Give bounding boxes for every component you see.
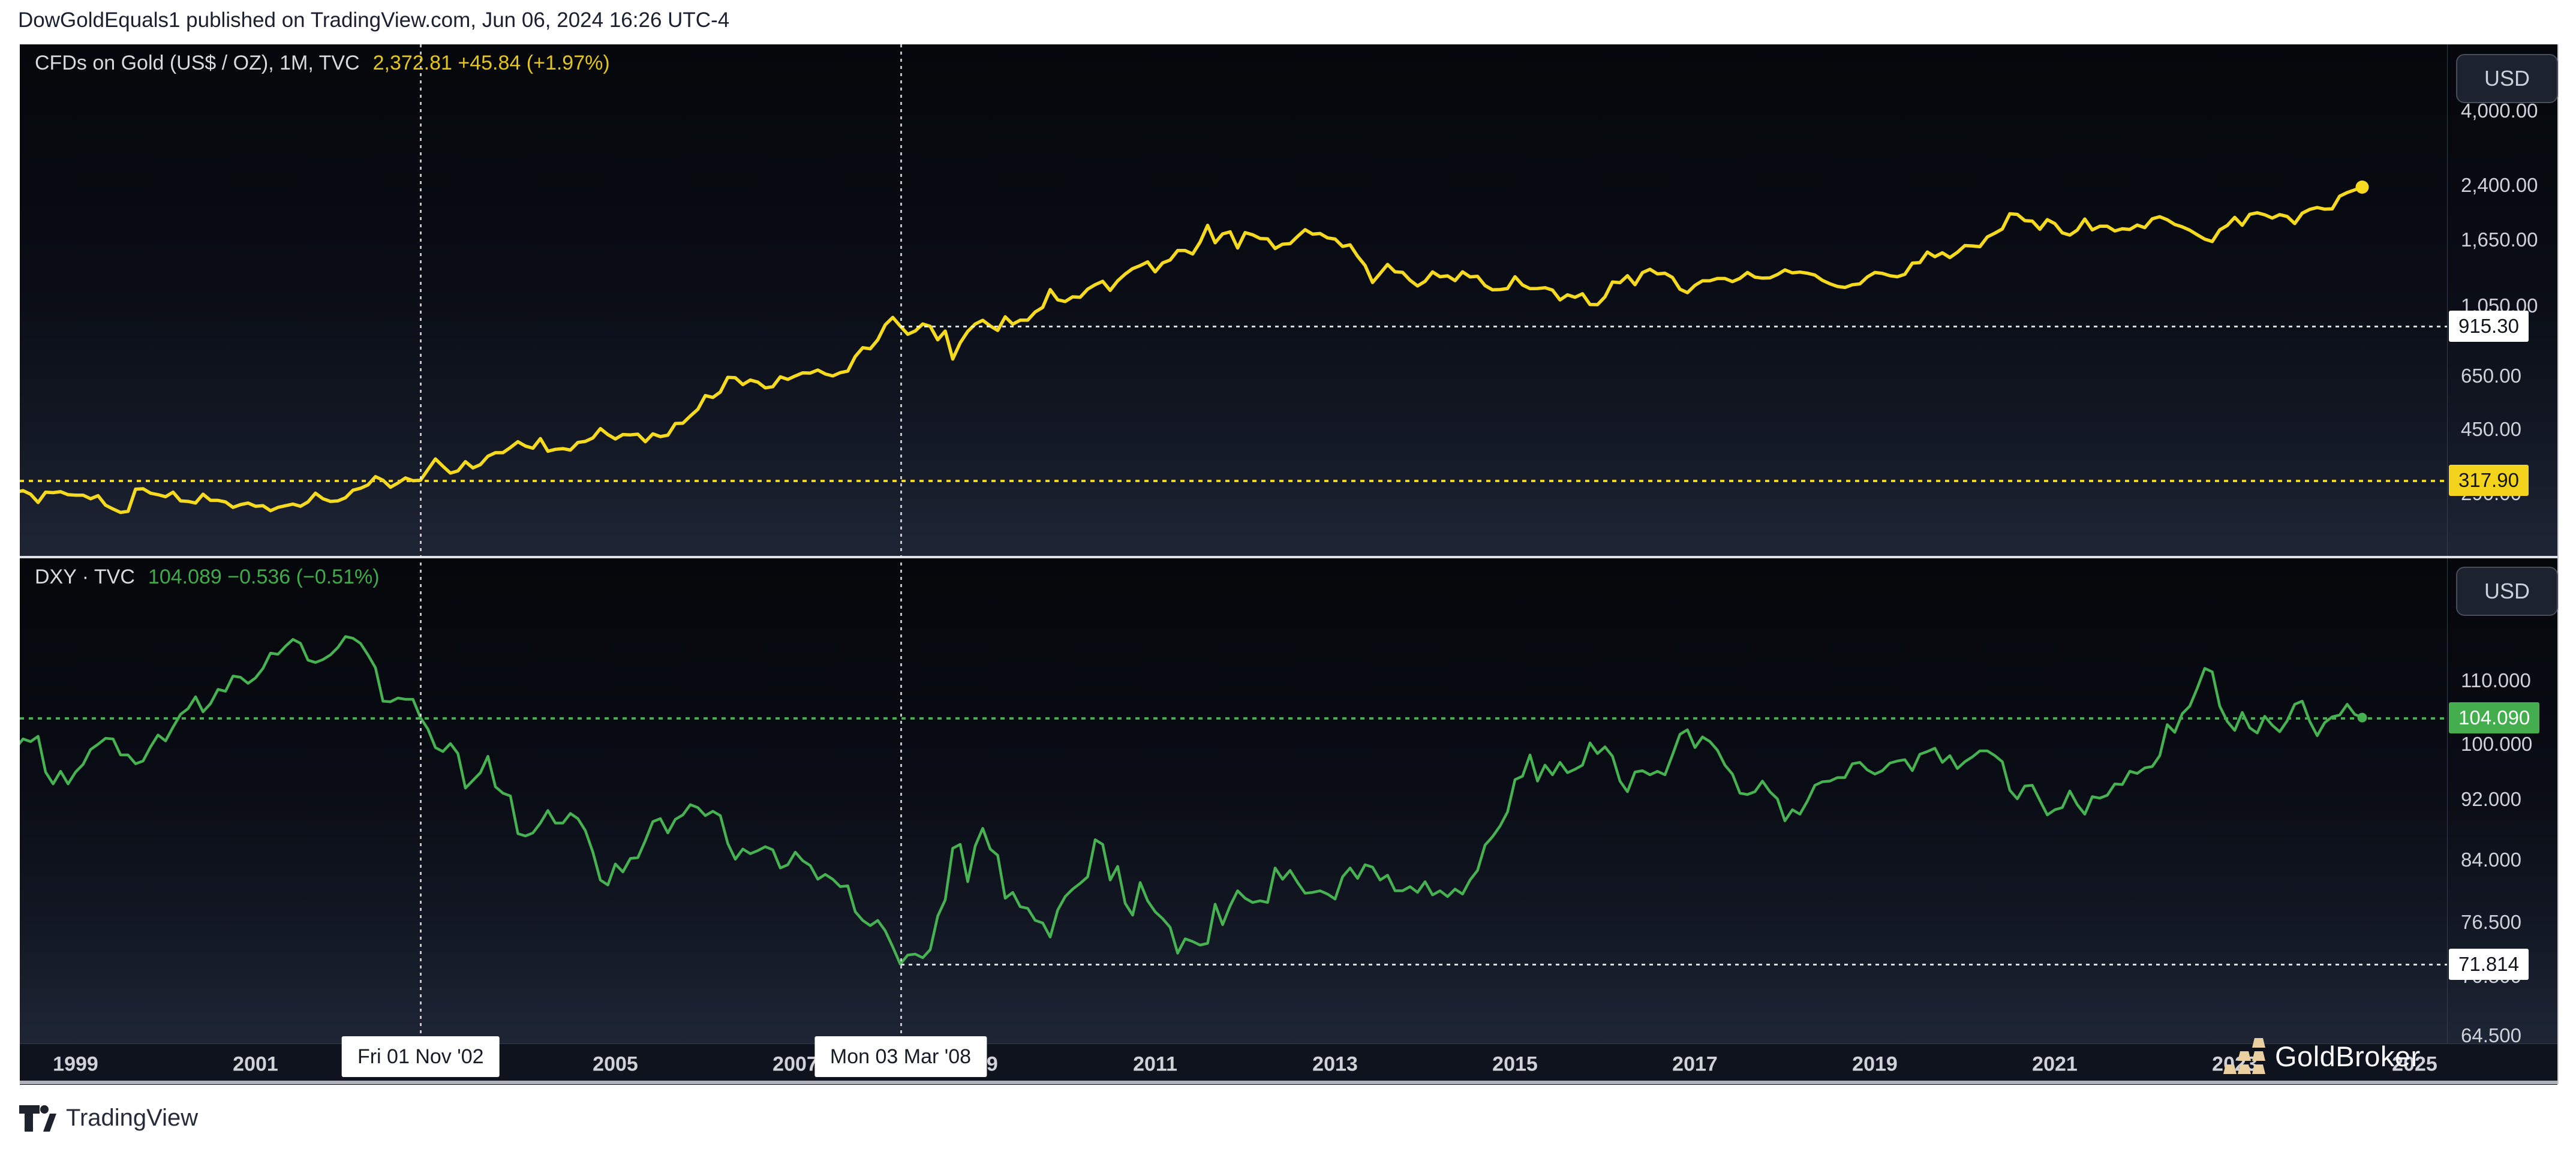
crosshair-vline [420, 44, 422, 1037]
year-label-2019: 2019 [1852, 1053, 1898, 1076]
gold-price-axis[interactable]: USD 4,000.002,400.001,650.001,050.00650.… [2447, 44, 2558, 556]
year-label-1999: 1999 [53, 1053, 98, 1076]
year-label-2007: 2007 [773, 1053, 818, 1076]
gold-symbol-label[interactable]: CFDs on Gold (US$ / OZ), 1M, TVC [35, 52, 360, 74]
dxy-currency-button[interactable]: USD [2456, 567, 2558, 616]
dxy-price-label: 104.090 [2449, 702, 2539, 733]
gold-tick: 4,000.00 [2461, 100, 2538, 122]
dxy-tick: 92.000 [2461, 788, 2521, 811]
dxy-price-label: 71.814 [2449, 949, 2529, 980]
gold-price-line-white [901, 326, 2448, 327]
dxy-tick: 76.500 [2461, 911, 2521, 934]
attribution-text: DowGoldEquals1 published on TradingView.… [18, 8, 729, 32]
goldbroker-text: GoldBroker [2275, 1040, 2421, 1073]
dxy-price-line-green [20, 717, 2447, 720]
year-label-2021: 2021 [2032, 1053, 2078, 1076]
dxy-price-line-white [901, 964, 2448, 965]
year-label-2011: 2011 [1133, 1053, 1177, 1076]
year-label-2001: 2001 [233, 1053, 278, 1076]
tradingview-icon [19, 1105, 56, 1132]
tradingview-footer-logo[interactable]: TradingView [19, 1105, 198, 1132]
gold-tick: 2,400.00 [2461, 174, 2538, 197]
page: { "attribution": "DowGoldEquals1 publish… [0, 0, 2576, 1149]
dxy-tick: 100.000 [2461, 733, 2532, 756]
gold-legend-values: 2,372.81 +45.84 (+1.97%) [373, 52, 610, 74]
year-label-2015: 2015 [1492, 1053, 1538, 1076]
goldbroker-watermark: GoldBroker [2223, 1037, 2421, 1075]
gold-tick: 450.00 [2461, 418, 2521, 441]
tradingview-text: TradingView [66, 1105, 198, 1132]
crosshair-vline [900, 44, 902, 1037]
dxy-legend[interactable]: DXY · TVC 104.089 −0.536 (−0.51%) [35, 566, 380, 589]
dxy-panel: DXY · TVC 104.089 −0.536 (−0.51%) USD 110… [20, 558, 2557, 1043]
dxy-symbol-label[interactable]: DXY · TVC [35, 566, 135, 588]
chart-widget: CFDs on Gold (US$ / OZ), 1M, TVC 2,372.81… [20, 44, 2559, 1084]
year-label-2005: 2005 [593, 1053, 638, 1076]
dxy-tick: 110.000 [2461, 669, 2531, 692]
year-label-2013: 2013 [1312, 1053, 1358, 1076]
dxy-line-chart [20, 558, 2447, 1043]
gold-price-label: 317.90 [2449, 465, 2529, 496]
scrollbar-strip[interactable] [20, 1081, 2557, 1084]
gold-price-line-yellow [20, 480, 2447, 482]
gold-price-label: 915.30 [2449, 311, 2529, 342]
crosshair-date-label: Fri 01 Nov '02 [342, 1036, 500, 1077]
gold-bars-icon [2223, 1037, 2267, 1075]
gold-panel: CFDs on Gold (US$ / OZ), 1M, TVC 2,372.81… [20, 44, 2557, 556]
year-label-2017: 2017 [1672, 1053, 1718, 1076]
dxy-plot-area[interactable] [20, 558, 2447, 1043]
dxy-price-axis[interactable]: USD 110.000100.00092.00084.00076.50070.5… [2447, 558, 2558, 1043]
dxy-legend-values: 104.089 −0.536 (−0.51%) [148, 566, 380, 588]
gold-tick: 1,650.00 [2461, 228, 2538, 251]
panel-separator[interactable] [20, 556, 2557, 558]
dxy-tick: 84.000 [2461, 849, 2521, 871]
gold-legend[interactable]: CFDs on Gold (US$ / OZ), 1M, TVC 2,372.81… [35, 52, 610, 75]
gold-currency-button[interactable]: USD [2456, 54, 2558, 103]
gold-tick: 650.00 [2461, 365, 2521, 387]
crosshair-date-label: Mon 03 Mar '08 [814, 1036, 987, 1077]
